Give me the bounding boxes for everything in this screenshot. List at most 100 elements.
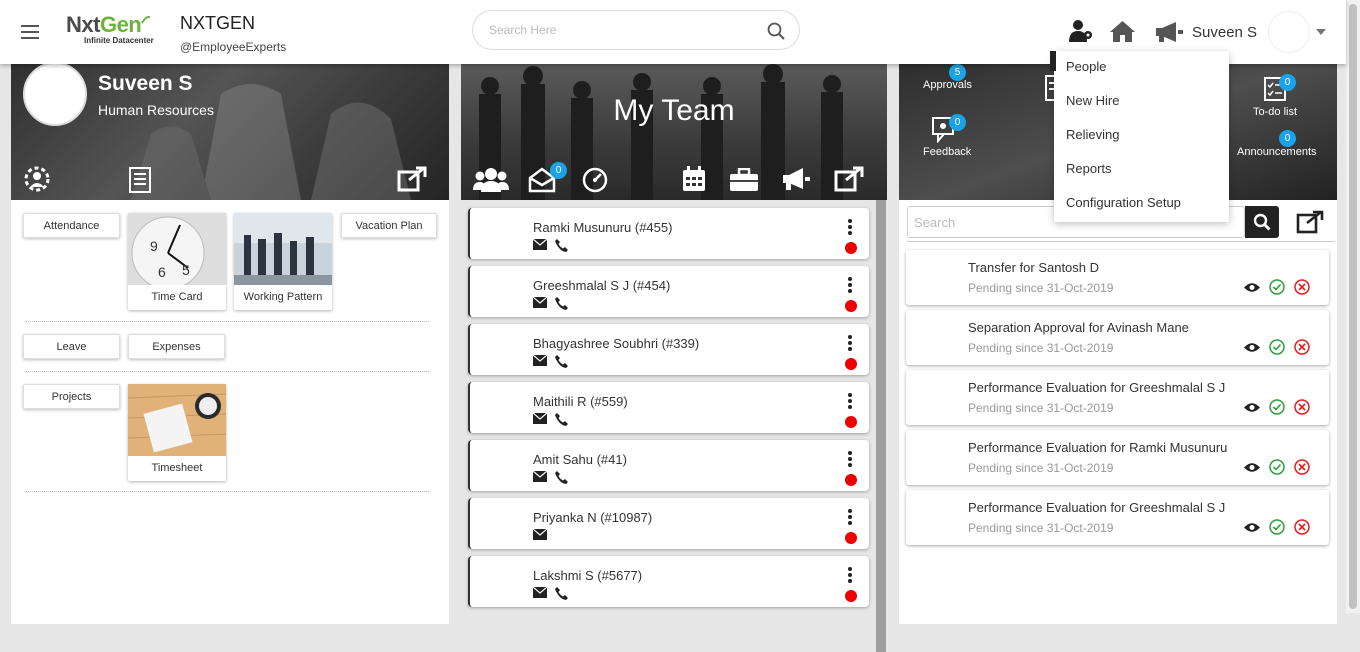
request-item[interactable]: Separation Approval for Avinash Mane Pen… [906, 310, 1329, 365]
reject-icon[interactable] [1294, 399, 1310, 415]
settings-person-icon[interactable] [22, 164, 52, 194]
external-link-icon[interactable] [834, 166, 864, 192]
email-icon[interactable] [533, 297, 547, 308]
member-name[interactable]: Amit Sahu (#41) [533, 452, 627, 467]
team-member-row[interactable]: Ramki Musunuru (#455) [468, 208, 869, 259]
email-icon[interactable] [533, 239, 547, 250]
briefcase-icon[interactable] [729, 168, 759, 192]
team-member-row[interactable]: Amit Sahu (#41) [468, 440, 869, 491]
home-icon[interactable] [1109, 19, 1136, 43]
approve-icon[interactable] [1269, 279, 1285, 295]
menu-item-relieving[interactable]: Relieving [1054, 121, 1229, 155]
menu-item-people[interactable]: People [1054, 53, 1229, 87]
request-title[interactable]: Separation Approval for Avinash Mane [968, 320, 1189, 335]
team-member-row[interactable]: Maithili R (#559) [468, 382, 869, 433]
announcements-link[interactable]: Announcements [1237, 146, 1317, 158]
menu-item-new-hire[interactable]: New Hire [1054, 87, 1229, 121]
megaphone-icon[interactable] [1154, 21, 1184, 43]
member-name[interactable]: Bhagyashree Soubhri (#339) [533, 336, 699, 351]
team-member-row[interactable]: Bhagyashree Soubhri (#339) [468, 324, 869, 375]
email-icon[interactable] [533, 355, 547, 366]
work-search-button[interactable] [1245, 206, 1279, 238]
view-icon[interactable] [1244, 282, 1260, 293]
menu-icon[interactable] [21, 25, 39, 39]
page-scrollbar[interactable] [1346, 0, 1360, 613]
reject-icon[interactable] [1294, 279, 1310, 295]
approvals-link[interactable]: Approvals [923, 79, 972, 91]
approve-icon[interactable] [1269, 459, 1285, 475]
menu-item-configuration-setup[interactable]: Configuration Setup [1054, 189, 1229, 223]
reject-icon[interactable] [1294, 519, 1310, 535]
more-options-icon[interactable] [848, 509, 852, 525]
user-avatar[interactable] [1268, 11, 1310, 53]
approve-icon[interactable] [1269, 339, 1285, 355]
member-name[interactable]: Lakshmi S (#5677) [533, 568, 642, 583]
document-list-icon[interactable] [127, 166, 153, 194]
nxtgen-logo[interactable]: NxtGen Infinite Datacenter [66, 14, 154, 46]
gauge-icon[interactable] [581, 166, 609, 194]
member-name[interactable]: Maithili R (#559) [533, 394, 628, 409]
team-member-row[interactable]: Priyanka N (#10987) [468, 498, 869, 549]
member-name[interactable]: Priyanka N (#10987) [533, 510, 652, 525]
team-member-row[interactable]: Greeshmalal S J (#454) [468, 266, 869, 317]
attendance-button[interactable]: Attendance [23, 213, 120, 238]
working-pattern-tile[interactable]: Working Pattern [234, 213, 332, 310]
phone-icon[interactable] [555, 297, 568, 310]
email-icon[interactable] [533, 587, 547, 598]
leave-button[interactable]: Leave [23, 334, 120, 359]
approve-icon[interactable] [1269, 519, 1285, 535]
request-title[interactable]: Performance Evaluation for Greeshmalal S… [968, 380, 1225, 395]
calendar-icon[interactable] [682, 166, 706, 192]
more-options-icon[interactable] [848, 219, 852, 235]
email-icon[interactable] [533, 471, 547, 482]
more-options-icon[interactable] [848, 451, 852, 467]
feedback-link[interactable]: Feedback [923, 146, 971, 158]
reject-icon[interactable] [1294, 459, 1310, 475]
phone-icon[interactable] [555, 355, 568, 368]
more-options-icon[interactable] [848, 393, 852, 409]
more-options-icon[interactable] [848, 335, 852, 351]
timesheet-tile[interactable]: Timesheet [128, 384, 226, 481]
people-admin-icon[interactable] [1068, 18, 1094, 44]
expenses-button[interactable]: Expenses [128, 334, 225, 359]
email-icon[interactable] [533, 529, 547, 540]
approve-icon[interactable] [1269, 399, 1285, 415]
team-list-scrollbar[interactable] [876, 200, 886, 652]
more-options-icon[interactable] [848, 567, 852, 583]
request-item[interactable]: Performance Evaluation for Greeshmalal S… [906, 490, 1329, 545]
request-title[interactable]: Transfer for Santosh D [968, 260, 1099, 275]
external-link-icon[interactable] [397, 166, 427, 192]
menu-item-reports[interactable]: Reports [1054, 155, 1229, 189]
view-icon[interactable] [1244, 342, 1260, 353]
phone-icon[interactable] [555, 471, 568, 484]
view-icon[interactable] [1244, 402, 1260, 413]
user-name[interactable]: Suveen S [1192, 24, 1257, 41]
request-item[interactable]: Performance Evaluation for Ramki Musunur… [906, 430, 1329, 485]
email-icon[interactable] [533, 413, 547, 424]
global-search-input[interactable] [489, 23, 749, 37]
member-name[interactable]: Ramki Musunuru (#455) [533, 220, 672, 235]
time-card-tile[interactable]: 965 Time Card [128, 213, 226, 310]
team-member-row[interactable]: Lakshmi S (#5677) [468, 556, 869, 607]
view-icon[interactable] [1244, 462, 1260, 473]
request-title[interactable]: Performance Evaluation for Greeshmalal S… [968, 500, 1225, 515]
chevron-down-icon[interactable] [1316, 29, 1326, 35]
external-link-icon[interactable] [1296, 210, 1324, 234]
search-icon[interactable] [767, 22, 785, 40]
phone-icon[interactable] [555, 413, 568, 426]
request-item[interactable]: Performance Evaluation for Greeshmalal S… [906, 370, 1329, 425]
phone-icon[interactable] [555, 239, 568, 252]
profile-avatar[interactable] [23, 64, 87, 126]
request-item[interactable]: Transfer for Santosh D Pending since 31-… [906, 250, 1329, 305]
todo-link[interactable]: To-do list [1253, 106, 1297, 118]
reject-icon[interactable] [1294, 339, 1310, 355]
request-title[interactable]: Performance Evaluation for Ramki Musunur… [968, 440, 1227, 455]
view-icon[interactable] [1244, 522, 1260, 533]
vacation-plan-button[interactable]: Vacation Plan [341, 213, 437, 238]
member-name[interactable]: Greeshmalal S J (#454) [533, 278, 670, 293]
phone-icon[interactable] [555, 587, 568, 600]
projects-button[interactable]: Projects [23, 384, 120, 409]
megaphone-icon[interactable] [781, 167, 811, 191]
more-options-icon[interactable] [848, 277, 852, 293]
group-icon[interactable] [473, 166, 509, 192]
